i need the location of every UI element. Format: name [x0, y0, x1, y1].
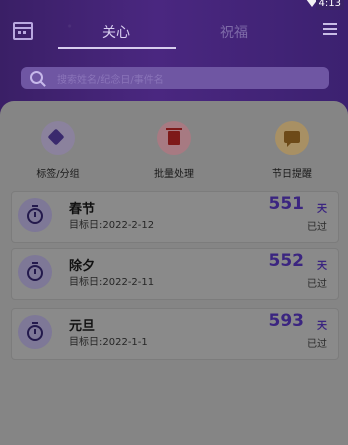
tag-group-label: 标签/分组	[36, 169, 80, 180]
event-name: 除夕	[69, 259, 96, 274]
message-icon	[275, 121, 309, 155]
clock-icon	[18, 255, 52, 289]
event-card[interactable]: 元旦 目标日:2022-1-1 593 天 已过	[11, 308, 339, 360]
event-unit: 天	[317, 204, 327, 215]
event-days: 552	[268, 251, 305, 271]
trash-icon	[157, 121, 191, 155]
event-card[interactable]: 除夕 目标日:2022-2-11 552 天 已过	[11, 248, 339, 300]
event-unit: 天	[317, 261, 327, 272]
search-input[interactable]: 搜索姓名/纪念日/事件名	[21, 67, 329, 89]
event-days: 551	[268, 194, 305, 214]
clock-icon	[18, 315, 52, 349]
holiday-reminder-label: 节日提醒	[272, 169, 312, 180]
tab-care[interactable]: 关心	[102, 22, 130, 42]
tag-group-button[interactable]: 标签/分组	[18, 121, 98, 180]
event-date: 目标日:2022-2-12	[69, 220, 155, 231]
active-tab-indicator	[58, 47, 176, 49]
menu-icon[interactable]	[323, 23, 337, 35]
event-status: 已过	[307, 339, 327, 350]
tag-icon	[41, 121, 75, 155]
event-days: 593	[268, 311, 305, 331]
holiday-reminder-button[interactable]: 节日提醒	[252, 121, 332, 180]
event-unit: 天	[317, 321, 327, 332]
batch-process-label: 批量处理	[154, 169, 194, 180]
event-name: 春节	[69, 202, 96, 217]
status-time: 4:13	[315, 0, 344, 10]
event-status: 已过	[307, 279, 327, 290]
batch-process-button[interactable]: 批量处理	[134, 121, 214, 180]
event-card[interactable]: 春节 目标日:2022-2-12 551 天 已过	[11, 191, 339, 243]
event-date: 目标日:2022-2-11	[69, 277, 155, 288]
search-placeholder: 搜索姓名/纪念日/事件名	[57, 75, 164, 86]
tab-blessing[interactable]: 祝福	[220, 22, 248, 42]
event-name: 元旦	[69, 319, 96, 334]
search-icon	[30, 71, 43, 84]
clock-icon	[18, 198, 52, 232]
event-status: 已过	[307, 222, 327, 233]
calendar-icon[interactable]	[13, 22, 33, 40]
event-date: 目标日:2022-1-1	[69, 337, 148, 348]
